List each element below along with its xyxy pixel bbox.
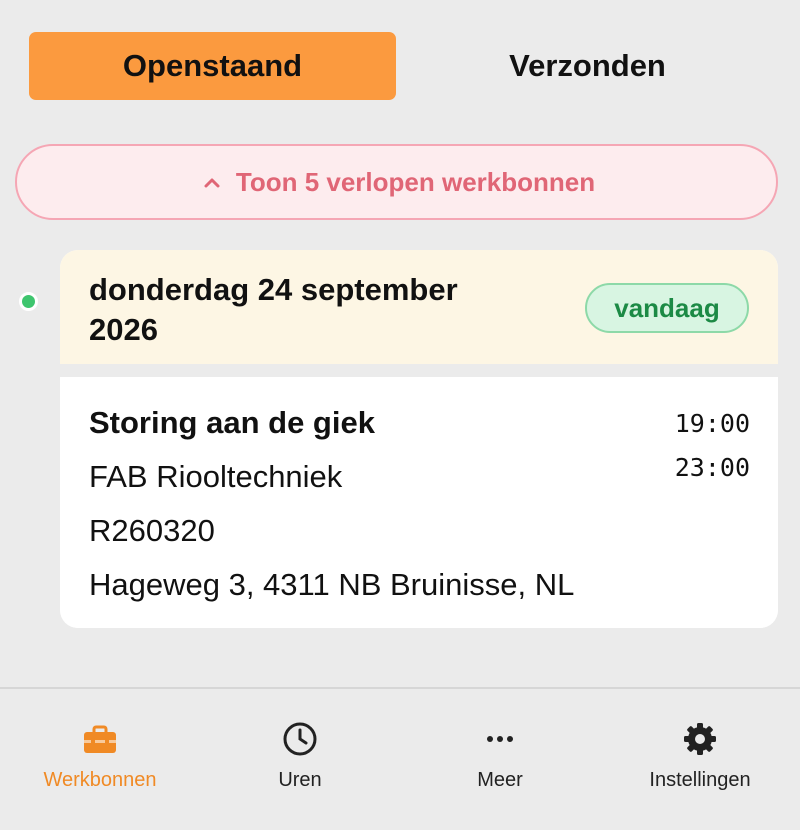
today-badge: vandaag [585,283,749,333]
day-card: donderdag 24 september 2026 vandaag Stor… [60,250,778,628]
briefcase-icon [84,725,116,753]
tab-verzonden[interactable]: Verzonden [404,32,771,100]
nav-werkbonnen-label: Werkbonnen [43,769,157,791]
more-dots-icon [487,736,513,742]
show-expired-button[interactable]: Toon 5 verlopen werkbonnen [15,144,778,220]
status-dot [19,292,38,311]
gear-icon [684,723,716,755]
chevron-up-icon [204,178,220,188]
bottom-nav: Werkbonnen Uren Meer Instellingen [0,687,800,830]
job-reference: R260320 [89,513,215,548]
nav-meer-label: Meer [477,769,523,791]
job-title: Storing aan de giek [89,405,375,440]
day-title: donderdag 24 september 2026 [89,272,458,347]
nav-instellingen[interactable]: Instellingen [600,689,800,830]
job-item[interactable]: Storing aan de giek FAB Riooltechniek R2… [60,377,778,628]
job-company: FAB Riooltechniek [89,459,343,494]
job-address: Hageweg 3, 4311 NB Bruinisse, NL [89,567,575,602]
day-header: donderdag 24 september 2026 vandaag [60,250,778,364]
nav-meer[interactable]: Meer [400,689,600,830]
segmented-tabs: Openstaand Verzonden [29,32,771,100]
nav-werkbonnen[interactable]: Werkbonnen [0,689,200,830]
clock-icon [283,722,317,756]
nav-instellingen-label: Instellingen [649,769,751,791]
nav-uren[interactable]: Uren [200,689,400,830]
tab-openstaand[interactable]: Openstaand [29,32,396,100]
job-start-time: 19:00 [674,409,750,438]
nav-uren-label: Uren [278,769,322,791]
show-expired-label: Toon 5 verlopen werkbonnen [235,166,596,197]
divider [60,364,778,377]
job-end-time: 23:00 [674,453,750,482]
